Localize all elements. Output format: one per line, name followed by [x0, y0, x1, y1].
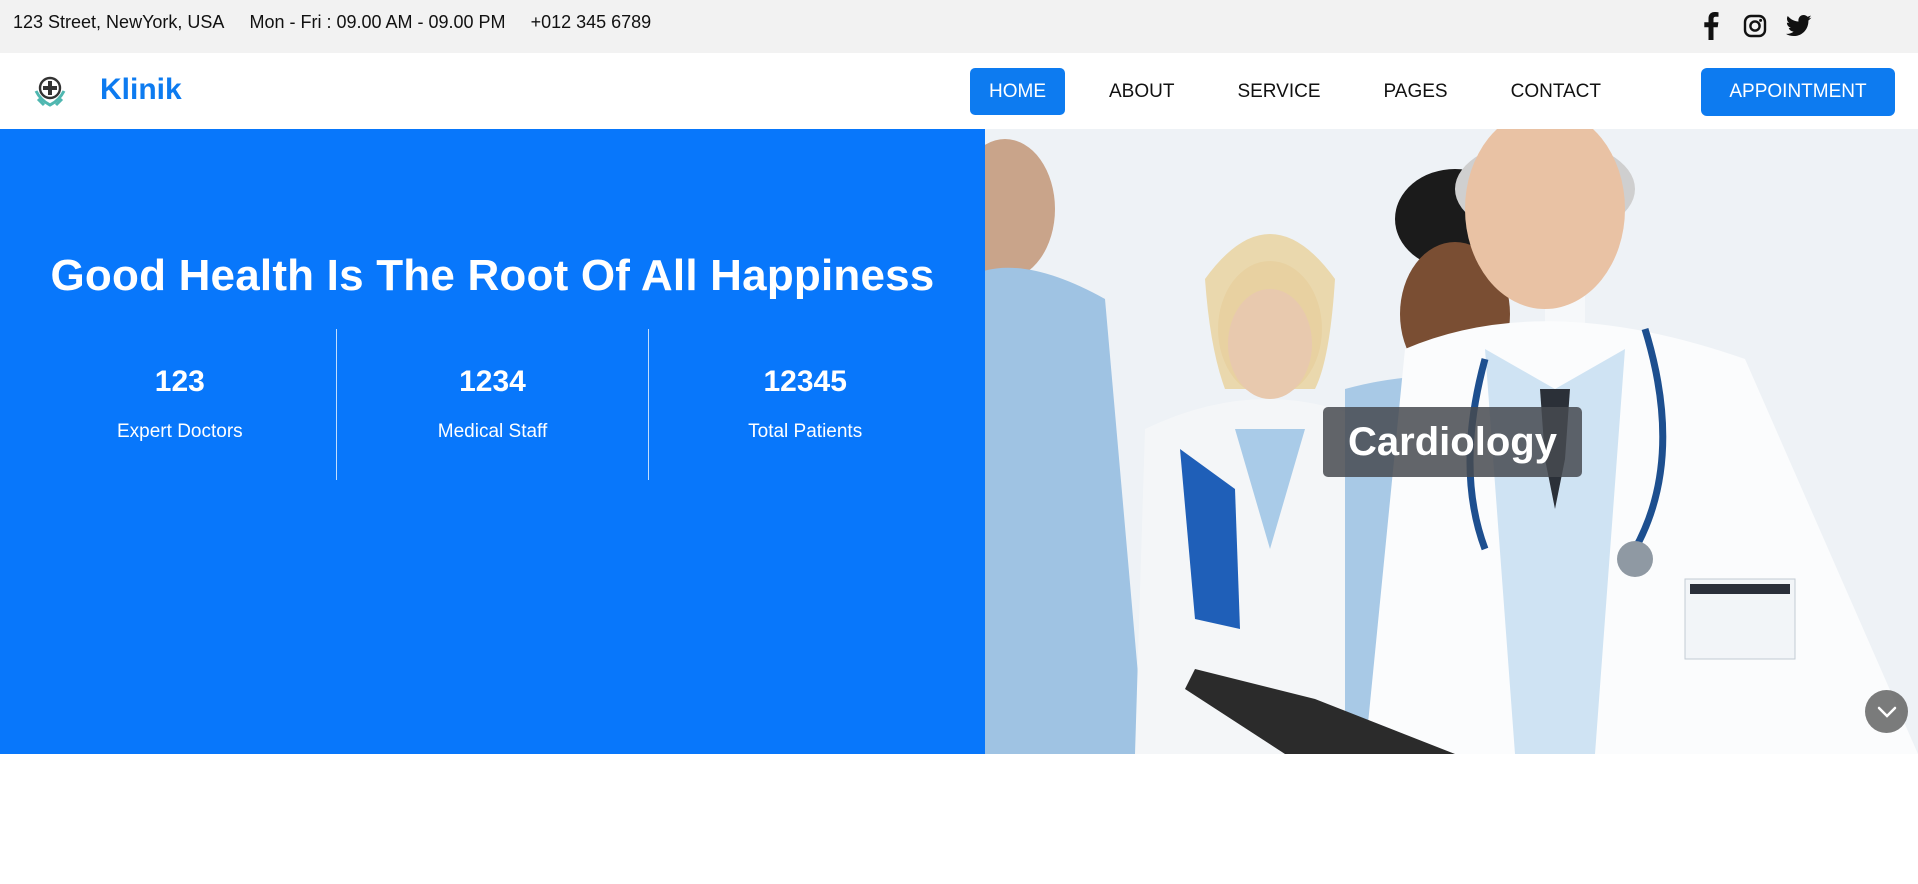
address-text: 123 Street, NewYork, USA [13, 12, 225, 32]
social-links [1698, 12, 1812, 40]
hero-title: Good Health Is The Root Of All Happiness [50, 251, 935, 300]
stats-row: 123 Expert Doctors 1234 Medical Staff 12… [24, 329, 961, 480]
stat-value: 123 [154, 365, 205, 398]
facebook-icon[interactable] [1698, 12, 1724, 40]
slide-caption: Cardiology [1323, 407, 1582, 477]
stat-label: Medical Staff [437, 421, 548, 442]
twitter-icon[interactable] [1786, 12, 1812, 40]
instagram-icon[interactable] [1742, 12, 1768, 40]
hours-text: Mon - Fri : 09.00 AM - 09.00 PM [249, 12, 506, 32]
stat-value: 12345 [763, 365, 847, 398]
nav-item-about[interactable]: ABOUT [1090, 68, 1193, 115]
chevron-down-icon[interactable] [1865, 690, 1908, 733]
stat-medical-staff: 1234 Medical Staff [335, 329, 649, 480]
brand-name[interactable]: Klinik [100, 73, 182, 107]
nav-item-pages[interactable]: PAGES [1365, 68, 1467, 115]
stat-value: 1234 [459, 365, 526, 398]
stat-total-patients: 12345 Total Patients [648, 329, 961, 480]
nav-item-contact[interactable]: CONTACT [1492, 68, 1620, 115]
navbar: Klinik HOME ABOUT SERVICE PAGES CONTACT … [0, 53, 1918, 129]
stat-label: Expert Doctors [117, 421, 243, 442]
phone-text: +012 345 6789 [530, 12, 652, 32]
hero-section: Good Health Is The Root Of All Happiness… [0, 129, 1918, 754]
hero-info-panel: Good Health Is The Root Of All Happiness… [0, 129, 985, 754]
appointment-button[interactable]: APPOINTMENT [1701, 68, 1895, 116]
stat-label: Total Patients [748, 421, 863, 442]
stat-expert-doctors: 123 Expert Doctors [24, 329, 336, 480]
main-nav: HOME ABOUT SERVICE PAGES CONTACT [970, 68, 1645, 115]
medical-cross-logo[interactable] [32, 75, 68, 109]
hero-slide-image: Cardiology [985, 129, 1918, 754]
nav-item-home[interactable]: HOME [970, 68, 1065, 115]
nav-item-service[interactable]: SERVICE [1218, 68, 1339, 115]
contact-info: 123 Street, NewYork, USA Mon - Fri : 09.… [13, 12, 651, 33]
topbar: 123 Street, NewYork, USA Mon - Fri : 09.… [0, 0, 1918, 53]
